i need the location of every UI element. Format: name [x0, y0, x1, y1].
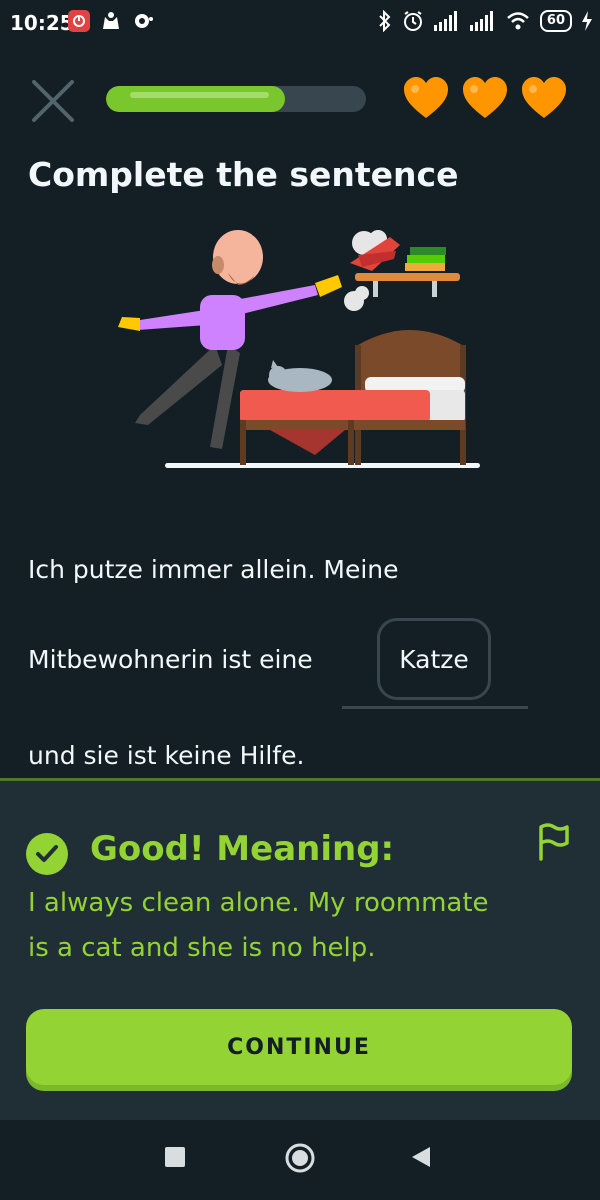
- signal-icon: [433, 11, 457, 31]
- system-nav-bar: [0, 1120, 600, 1200]
- close-button[interactable]: [30, 78, 76, 124]
- lesson-progress-bar: [106, 86, 366, 112]
- progress-highlight: [130, 92, 270, 98]
- selected-word-chip[interactable]: Katze: [377, 618, 491, 700]
- settings-icon: [135, 14, 153, 28]
- feedback-panel: Good! Meaning: I always clean alone. My …: [0, 778, 600, 1120]
- status-right-icons: 60: [378, 10, 592, 32]
- app-badge-icon: [68, 10, 90, 32]
- status-left-icons: [68, 10, 154, 32]
- cat-icon: [103, 12, 119, 29]
- heart-icon: [463, 77, 507, 118]
- status-time: 10:25: [10, 11, 74, 35]
- back-triangle-icon[interactable]: [410, 1145, 432, 1169]
- alarm-icon: [403, 11, 422, 31]
- answer-blank: [342, 706, 528, 709]
- lesson-progress-fill: [106, 86, 286, 112]
- sentence-line-1: Ich putze immer allein. Meine: [28, 555, 399, 584]
- sentence-line-2: Mitbewohnerin ist eine: [28, 645, 313, 674]
- continue-button[interactable]: CONTINUE: [26, 1009, 572, 1085]
- heart-icon: [404, 77, 448, 118]
- wifi-icon: [507, 12, 529, 30]
- report-flag-icon[interactable]: [536, 821, 572, 861]
- check-icon: [26, 833, 68, 875]
- heart-icon: [522, 77, 566, 118]
- bluetooth-icon: [379, 10, 391, 32]
- recents-square-icon[interactable]: [164, 1146, 186, 1168]
- feedback-heading: Good! Meaning:: [90, 829, 395, 869]
- battery-level: 60: [539, 10, 572, 32]
- lesson-illustration: [118, 230, 480, 468]
- translation-line-1: I always clean alone. My roommate: [28, 888, 489, 918]
- charging-icon: [582, 11, 592, 31]
- status-bar: 10:25 60: [0, 0, 600, 46]
- page-title: Complete the sentence: [28, 155, 459, 194]
- sentence-line-3: und sie ist keine Hilfe.: [28, 741, 305, 770]
- hearts: [402, 76, 568, 120]
- signal-icon: [469, 11, 493, 31]
- close-icon: [32, 80, 74, 122]
- translation-line-2: is a cat and she is no help.: [28, 933, 376, 963]
- home-circle-icon[interactable]: [284, 1142, 316, 1174]
